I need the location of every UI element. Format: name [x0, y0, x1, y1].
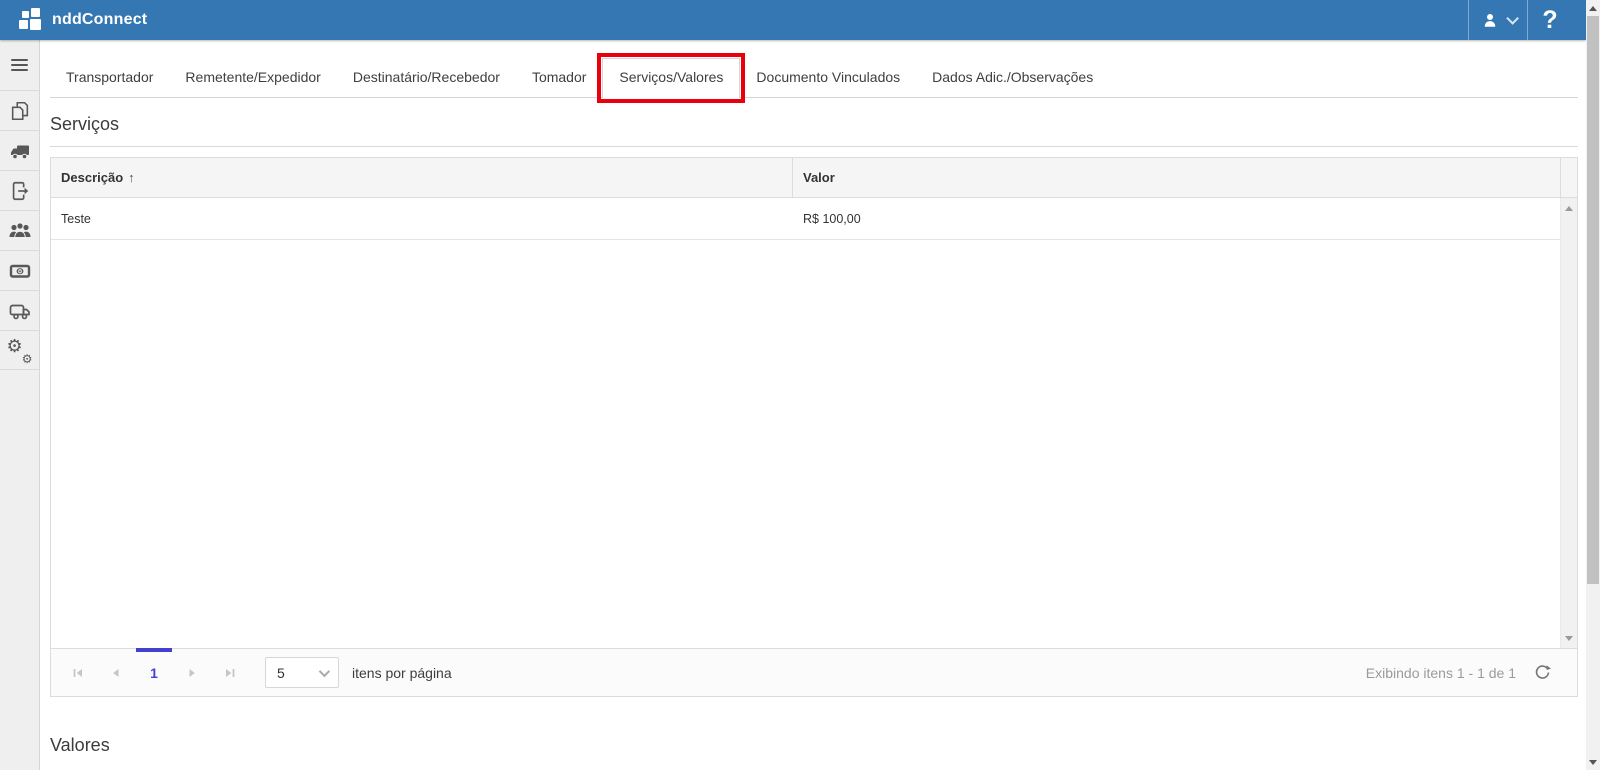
last-page-icon: [222, 665, 238, 681]
scrollbar-thumb[interactable]: [1587, 16, 1599, 584]
pager-first-page-button[interactable]: [59, 649, 97, 697]
valores-section-title: Valores: [50, 735, 110, 756]
documents-copy-icon: [9, 100, 31, 122]
grid-vertical-scrollbar[interactable]: [1560, 198, 1577, 648]
column-header-valor[interactable]: Valor: [793, 158, 1560, 197]
page-vertical-scrollbar[interactable]: [1586, 0, 1600, 770]
cell-descricao: Teste: [51, 198, 793, 239]
sidebar-item-documents[interactable]: [0, 90, 39, 130]
sidebar-item-billing[interactable]: [0, 250, 39, 290]
refresh-icon: [1534, 664, 1551, 681]
delivery-truck-icon: [8, 299, 32, 323]
sidebar-nav: ⚙⚙: [0, 40, 40, 770]
first-page-icon: [70, 665, 86, 681]
main-content: Transportador Remetente/Expedidor Destin…: [40, 40, 1586, 770]
export-document-icon: [9, 180, 31, 202]
triangle-up-icon: [1565, 206, 1573, 211]
sidebar-item-menu[interactable]: [0, 40, 39, 90]
grid-pager: 1 5 itens por página: [51, 648, 1577, 696]
users-group-icon: [8, 219, 32, 243]
cell-valor: R$ 100,00: [793, 198, 1577, 239]
app-title: nddConnect: [52, 11, 147, 29]
pager-previous-page-button[interactable]: [97, 649, 135, 697]
page-size-dropdown[interactable]: 5: [265, 657, 339, 688]
grid-scroll-down-button[interactable]: [1561, 630, 1577, 646]
grid-body: Teste R$ 100,00: [51, 198, 1577, 648]
page-size-value: 5: [277, 665, 285, 681]
pager-info-text: Exibindo itens 1 - 1 de 1: [1366, 665, 1516, 681]
question-mark-icon: ?: [1542, 6, 1557, 35]
tab-documento-vinculados[interactable]: Documento Vinculados: [740, 57, 916, 97]
sidebar-item-export[interactable]: [0, 170, 39, 210]
scrollbar-up-button[interactable]: [1586, 0, 1600, 16]
tab-destinatario-recebedor[interactable]: Destinatário/Recebedor: [337, 57, 516, 97]
pager-current-page[interactable]: 1: [135, 649, 173, 697]
sidebar-item-users[interactable]: [0, 210, 39, 250]
money-banknote-icon: [8, 259, 32, 283]
tab-servicos-valores[interactable]: Serviços/Valores: [602, 58, 740, 98]
help-button[interactable]: ?: [1528, 0, 1572, 40]
chevron-down-icon: [1506, 12, 1519, 25]
tab-dados-adic-observacoes[interactable]: Dados Adic./Observações: [916, 57, 1109, 97]
next-page-icon: [184, 665, 200, 681]
sidebar-item-delivery[interactable]: [0, 290, 39, 330]
tab-remetente-expedidor[interactable]: Remetente/Expedidor: [169, 57, 336, 97]
section-divider: [50, 146, 1578, 147]
refresh-button[interactable]: [1534, 664, 1551, 681]
user-icon: [1481, 11, 1499, 29]
triangle-down-icon: [1565, 636, 1573, 641]
servicos-section-title: Serviços: [50, 114, 119, 135]
servicos-grid: Descrição ↑ Valor Teste R$ 100,00: [50, 157, 1578, 697]
grid-scroll-up-button[interactable]: [1561, 200, 1577, 216]
tab-transportador[interactable]: Transportador: [50, 57, 169, 97]
grid-header-spacer: [1560, 158, 1577, 197]
ndd-connect-page: nddConnect ?: [0, 0, 1600, 770]
sidebar-item-settings[interactable]: ⚙⚙: [0, 330, 39, 370]
tab-tomador[interactable]: Tomador: [516, 57, 602, 97]
tabstrip: Transportador Remetente/Expedidor Destin…: [50, 58, 1578, 98]
ndd-logo-icon: [18, 7, 45, 34]
settings-gears-icon: ⚙⚙: [8, 338, 32, 362]
scrollbar-down-button[interactable]: [1586, 754, 1600, 770]
app-logo: nddConnect: [18, 7, 147, 34]
sidebar-item-transport[interactable]: [0, 130, 39, 170]
chevron-down-icon: [319, 665, 330, 676]
menu-icon: [11, 56, 28, 74]
truck-icon: [8, 139, 32, 163]
triangle-down-icon: [1589, 760, 1597, 765]
pager-next-page-button[interactable]: [173, 649, 211, 697]
user-menu-button[interactable]: [1469, 0, 1527, 40]
pager-last-page-button[interactable]: [211, 649, 249, 697]
table-row[interactable]: Teste R$ 100,00: [51, 198, 1577, 240]
items-per-page-label: itens por página: [352, 665, 452, 681]
column-header-descricao[interactable]: Descrição ↑: [51, 158, 793, 197]
sort-ascending-icon: ↑: [128, 170, 135, 185]
previous-page-icon: [108, 665, 124, 681]
triangle-up-icon: [1589, 6, 1597, 11]
top-header-bar: nddConnect ?: [0, 0, 1586, 40]
grid-header-row: Descrição ↑ Valor: [51, 158, 1577, 198]
